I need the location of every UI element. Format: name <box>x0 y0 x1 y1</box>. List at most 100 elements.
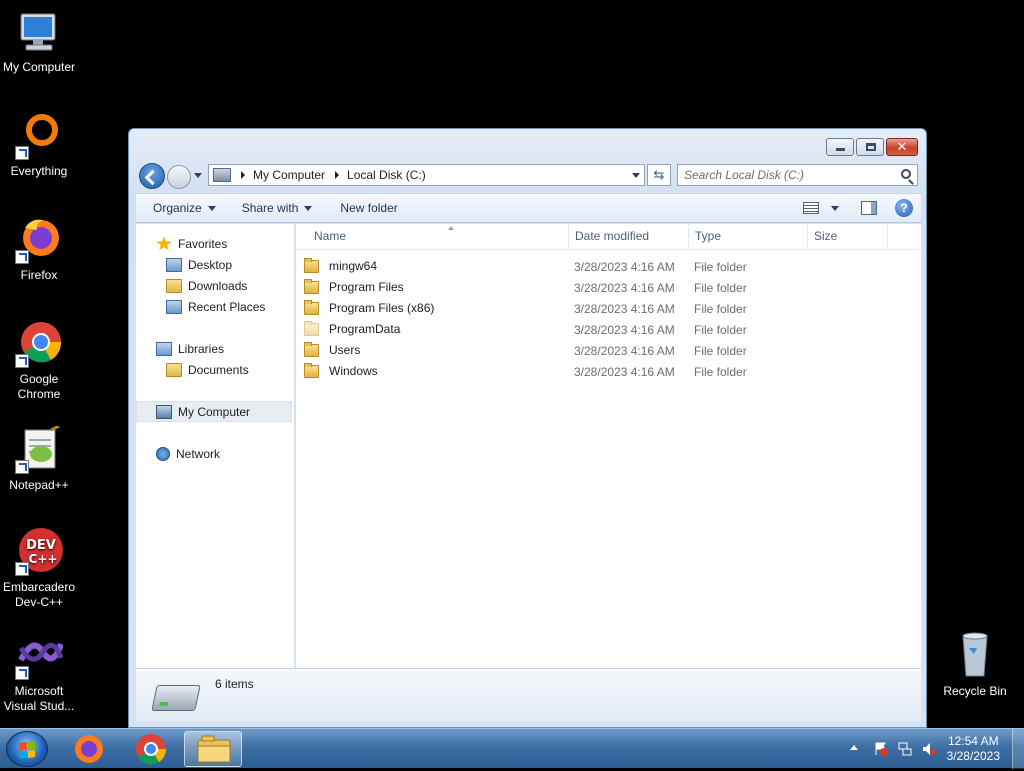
preview-pane-icon[interactable] <box>861 201 877 215</box>
volume-muted-icon[interactable] <box>922 742 936 756</box>
nav-my-computer[interactable]: My Computer <box>136 401 292 422</box>
file-row[interactable]: mingw64 3/28/2023 4:16 AM File folder <box>296 256 921 277</box>
show-desktop-button[interactable] <box>1012 729 1024 769</box>
navigation-bar: My Computer Local Disk (C:) ⇆ <box>137 161 920 189</box>
close-button[interactable]: ✕ <box>886 138 918 156</box>
chevron-right-icon[interactable] <box>241 171 245 179</box>
everything-icon <box>15 112 63 160</box>
taskbar-firefox[interactable] <box>60 731 118 767</box>
column-size[interactable]: Size <box>808 224 888 250</box>
file-date: 3/28/2023 4:16 AM <box>574 323 675 337</box>
file-name: Users <box>329 343 361 357</box>
desktop-icon-firefox[interactable]: Firefox <box>0 216 78 283</box>
desktop-icon-dev-cpp[interactable]: DEV C++ Embarcadero Dev-C++ <box>0 528 78 610</box>
recent-pages-dropdown[interactable] <box>194 173 202 178</box>
taskbar-explorer[interactable] <box>184 731 242 767</box>
column-type[interactable]: Type <box>689 224 808 250</box>
svg-text:DEV: DEV <box>26 538 56 553</box>
taskbar-chrome[interactable] <box>122 731 180 767</box>
desktop-icon-label: Recycle Bin <box>943 684 1007 698</box>
file-name: Windows <box>329 364 378 378</box>
desktop-icon-recycle-bin[interactable]: Recycle Bin <box>936 632 1014 699</box>
recent-places-icon <box>166 299 182 314</box>
desktop-icon-everything[interactable]: Everything <box>0 112 78 179</box>
back-button[interactable] <box>139 163 165 189</box>
show-hidden-icons-icon[interactable] <box>850 745 858 750</box>
action-center-flag-icon[interactable] <box>874 742 888 756</box>
breadcrumb-local-disk[interactable]: Local Disk (C:) <box>347 168 426 182</box>
visual-studio-icon <box>15 632 64 680</box>
nav-network[interactable]: Network <box>136 443 295 464</box>
folder-icon <box>304 278 319 294</box>
breadcrumb-my-computer[interactable]: My Computer <box>253 168 325 182</box>
item-count: 6 items <box>215 677 254 691</box>
file-date: 3/28/2023 4:16 AM <box>574 281 675 295</box>
file-type: File folder <box>694 260 747 274</box>
folder-icon <box>304 299 319 315</box>
file-type: File folder <box>694 344 747 358</box>
caption-buttons: ✕ <box>824 138 918 156</box>
file-row[interactable]: Program Files 3/28/2023 4:16 AM File fol… <box>296 277 921 298</box>
organize-label: Organize <box>153 201 202 215</box>
maximize-icon <box>866 143 876 151</box>
desktop-icon-visual-studio[interactable]: Microsoft Visual Stud... <box>0 632 78 714</box>
chevron-right-icon[interactable] <box>335 171 340 179</box>
computer-icon <box>15 8 63 56</box>
nav-recent-places[interactable]: Recent Places <box>136 296 295 317</box>
file-list: Name Date modified Type Size mingw64 3/2… <box>296 224 921 668</box>
file-type: File folder <box>694 365 747 379</box>
new-folder-button[interactable]: New folder <box>330 201 407 215</box>
nav-label: Favorites <box>178 236 228 251</box>
help-icon[interactable]: ? <box>895 199 913 217</box>
network-icon[interactable] <box>898 742 912 756</box>
column-date-modified[interactable]: Date modified <box>569 224 689 250</box>
forward-button[interactable] <box>167 165 191 189</box>
chevron-down-icon <box>304 205 313 211</box>
change-view-icon[interactable] <box>803 202 819 214</box>
share-with-button[interactable]: Share with <box>232 201 323 215</box>
file-row[interactable]: Users 3/28/2023 4:16 AM File folder <box>296 340 921 361</box>
navigation-pane: Favorites Desktop Downloads Recent Place… <box>136 224 295 668</box>
column-name[interactable]: Name <box>308 224 569 250</box>
nav-downloads[interactable]: Downloads <box>136 275 295 296</box>
sort-ascending-icon <box>448 226 454 230</box>
nav-label: Desktop <box>188 257 233 272</box>
hidden-folder-icon <box>304 320 319 336</box>
firefox-icon <box>75 735 103 763</box>
desktop-icon-my-computer[interactable]: My Computer <box>0 8 78 75</box>
desktop-icon-google-chrome[interactable]: Google Chrome <box>0 320 78 402</box>
search-input[interactable] <box>684 166 894 184</box>
nav-favorites[interactable]: Favorites <box>136 233 295 254</box>
minimize-button[interactable] <box>826 138 854 156</box>
desktop-icon-label: Notepad++ <box>9 478 69 492</box>
nav-desktop[interactable]: Desktop <box>136 254 295 275</box>
computer-group: My Computer <box>136 401 295 422</box>
refresh-button[interactable]: ⇆ <box>647 164 671 186</box>
column-type-label: Type <box>695 229 722 243</box>
view-options-dropdown[interactable] <box>831 205 839 211</box>
maximize-button[interactable] <box>856 138 884 156</box>
search-box[interactable] <box>677 164 918 186</box>
folder-icon <box>304 257 319 273</box>
clock[interactable]: 12:54 AM 3/28/2023 <box>947 734 1000 764</box>
windows-logo-icon <box>19 741 35 759</box>
desktop-icon-label: Firefox <box>20 268 58 282</box>
nav-documents[interactable]: Documents <box>136 359 295 380</box>
address-dropdown-icon[interactable] <box>632 173 640 178</box>
start-button[interactable] <box>6 731 48 767</box>
nav-libraries[interactable]: Libraries <box>136 338 295 359</box>
address-bar[interactable]: My Computer Local Disk (C:) <box>208 164 645 186</box>
file-row[interactable]: Program Files (x86) 3/28/2023 4:16 AM Fi… <box>296 298 921 319</box>
chrome-icon <box>136 734 167 765</box>
organize-button[interactable]: Organize <box>143 201 226 215</box>
desktop: My Computer Everything Firefox Google Ch… <box>0 0 1024 728</box>
file-row[interactable]: ProgramData 3/28/2023 4:16 AM File folde… <box>296 319 921 340</box>
folder-icon <box>304 362 319 378</box>
explorer-folder-icon <box>197 735 231 763</box>
desktop-icon-notepad-plus-plus[interactable]: Notepad++ <box>0 424 78 493</box>
shortcut-arrow-icon <box>15 354 29 368</box>
shortcut-arrow-icon <box>15 562 29 576</box>
file-row[interactable]: Windows 3/28/2023 4:16 AM File folder <box>296 361 921 382</box>
search-icon[interactable] <box>901 169 911 179</box>
file-name: Program Files <box>329 280 404 294</box>
